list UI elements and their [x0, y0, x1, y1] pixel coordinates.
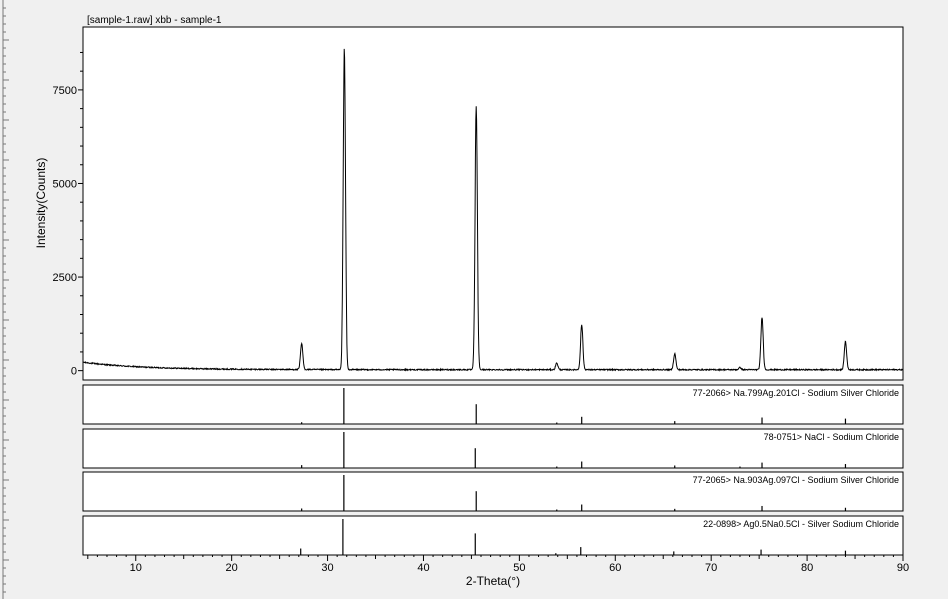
- reference-patterns: 77-2066> Na.799Ag.201Cl - Sodium Silver …: [82, 384, 904, 556]
- y-tick-label: 0: [71, 366, 77, 378]
- chart-title: [sample-1.raw] xbb - sample-1: [87, 15, 222, 26]
- y-axis-label: Intensity(Counts): [34, 158, 48, 249]
- reference-panel-3: 77-2065> Na.903Ag.097Cl - Sodium Silver …: [82, 471, 904, 512]
- left-ruler: [2, 0, 9, 599]
- y-tick-label: 2500: [53, 272, 77, 284]
- y-axis: 0 2500 5000 7500: [53, 51, 83, 378]
- x-tick-label: 70: [705, 562, 717, 574]
- reference-label: 78-0751> NaCl - Sodium Chloride: [764, 432, 899, 442]
- reference-panel-2: 78-0751> NaCl - Sodium Chloride: [82, 428, 904, 469]
- reference-label: 22-0898> Ag0.5Na0.5Cl - Silver Sodium Ch…: [703, 519, 899, 529]
- x-tick-label: 80: [801, 562, 813, 574]
- xrd-window: [sample-1.raw] xbb - sample-1 0 2500 5000 7…: [0, 0, 948, 599]
- x-tick-label: 10: [130, 562, 142, 574]
- x-tick-label: 90: [897, 562, 909, 574]
- reference-panel-4: 22-0898> Ag0.5Na0.5Cl - Silver Sodium Ch…: [82, 515, 904, 556]
- x-axis-label: 2-Theta(°): [466, 574, 520, 588]
- main-plot-frame: [82, 26, 904, 381]
- x-tick-label: 20: [226, 562, 238, 574]
- x-tick-label: 60: [609, 562, 621, 574]
- reference-label: 77-2065> Na.903Ag.097Cl - Sodium Silver …: [693, 475, 899, 485]
- reference-label: 77-2066> Na.799Ag.201Cl - Sodium Silver …: [693, 388, 899, 398]
- xrd-chart: [sample-1.raw] xbb - sample-1 0 2500 5000 7…: [2, 0, 909, 599]
- x-tick-label: 40: [417, 562, 429, 574]
- x-tick-label: 50: [513, 562, 525, 574]
- x-axis: 10 20 30 40 50 60 70 80 90: [83, 554, 909, 574]
- y-tick-label: 5000: [53, 178, 77, 190]
- y-tick-label: 7500: [53, 85, 77, 97]
- x-tick-label: 30: [321, 562, 333, 574]
- reference-panel-1: 77-2066> Na.799Ag.201Cl - Sodium Silver …: [82, 384, 904, 425]
